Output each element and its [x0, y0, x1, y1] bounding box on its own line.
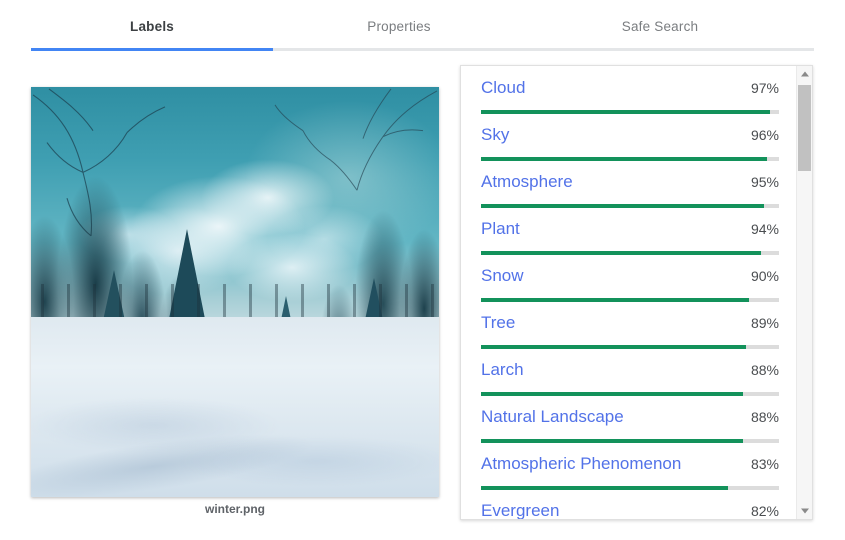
label-score: 82% [750, 503, 779, 519]
label-score: 94% [750, 221, 779, 237]
label-row: Atmosphere 95% [461, 172, 797, 219]
triangle-down-glyph [800, 508, 809, 514]
label-score: 95% [750, 174, 779, 190]
snow-shadow [31, 420, 319, 497]
label-row: Plant 94% [461, 219, 797, 266]
labels-scrollport: Cloud 97% Sky 96% Atmosphere 95% Plant 94% Snow 9… [461, 66, 797, 519]
label-name[interactable]: Tree [481, 313, 515, 333]
score-bar-fill [481, 298, 750, 302]
tab-labels[interactable]: Labels [31, 8, 273, 46]
label-score: 89% [750, 315, 779, 331]
score-bar-fill [481, 486, 729, 490]
label-row: Sky 96% [461, 125, 797, 172]
label-name[interactable]: Atmospheric Phenomenon [481, 454, 681, 474]
score-bar-fill [481, 204, 765, 208]
labels-list: Cloud 97% Sky 96% Atmosphere 95% Plant 94% Snow 9… [461, 66, 797, 519]
tab-properties[interactable]: Properties [273, 8, 525, 46]
label-name[interactable]: Atmosphere [481, 172, 573, 192]
label-row-header: Cloud 97% [481, 78, 779, 106]
score-bar-track [481, 345, 779, 349]
score-bar-fill [481, 392, 744, 396]
score-bar-fill [481, 110, 771, 114]
label-row-header: Atmosphere 95% [481, 172, 779, 200]
image-preview[interactable] [31, 87, 439, 497]
label-score: 90% [750, 268, 779, 284]
label-row: Tree 89% [461, 313, 797, 360]
label-row-header: Evergreen 82% [481, 501, 779, 519]
tab-properties-label: Properties [367, 19, 431, 34]
image-filename-caption: winter.png [205, 502, 265, 516]
label-row-header: Tree 89% [481, 313, 779, 341]
score-bar-track [481, 204, 779, 208]
tabstrip: Labels Properties Safe Search [31, 8, 814, 46]
label-name[interactable]: Snow [481, 266, 524, 286]
score-bar-track [481, 110, 779, 114]
label-row: Snow 90% [461, 266, 797, 313]
tab-labels-label: Labels [130, 19, 174, 34]
scroll-up-arrow-icon[interactable] [797, 66, 812, 82]
label-name[interactable]: Larch [481, 360, 524, 380]
label-score: 96% [750, 127, 779, 143]
label-row: Cloud 97% [461, 78, 797, 125]
tab-safe-search[interactable]: Safe Search [525, 8, 795, 46]
label-row-header: Larch 88% [481, 360, 779, 388]
score-bar-track [481, 486, 779, 490]
score-bar-track [481, 439, 779, 443]
labels-panel: Cloud 97% Sky 96% Atmosphere 95% Plant 94% Snow 9… [460, 65, 813, 520]
label-name[interactable]: Cloud [481, 78, 525, 98]
scroll-down-arrow-icon[interactable] [797, 503, 812, 519]
vision-api-results-page: Labels Properties Safe Search winter.png… [0, 0, 845, 540]
score-bar-fill [481, 345, 747, 349]
preview-artwork [31, 87, 439, 497]
label-score: 97% [750, 80, 779, 96]
label-row: Larch 88% [461, 360, 797, 407]
label-name[interactable]: Evergreen [481, 501, 559, 519]
score-bar-fill [481, 157, 768, 161]
triangle-up-glyph [800, 71, 809, 77]
label-row-header: Plant 94% [481, 219, 779, 247]
label-row: Atmospheric Phenomenon 83% [461, 454, 797, 501]
score-bar-fill [481, 251, 762, 255]
labels-scrollbar[interactable] [796, 66, 812, 519]
score-bar-track [481, 392, 779, 396]
label-name[interactable]: Natural Landscape [481, 407, 624, 427]
label-score: 88% [750, 409, 779, 425]
label-row: Evergreen 82% [461, 501, 797, 519]
snow-ground [31, 316, 439, 497]
score-bar-track [481, 298, 779, 302]
score-bar-track [481, 251, 779, 255]
label-row-header: Snow 90% [481, 266, 779, 294]
label-name[interactable]: Sky [481, 125, 509, 145]
label-row-header: Atmospheric Phenomenon 83% [481, 454, 779, 482]
scrollbar-thumb[interactable] [798, 85, 811, 171]
label-score: 83% [750, 456, 779, 472]
tab-safe-search-label: Safe Search [621, 19, 699, 34]
label-score: 88% [750, 362, 779, 378]
label-name[interactable]: Plant [481, 219, 520, 239]
tab-active-indicator [31, 48, 273, 51]
label-row: Natural Landscape 88% [461, 407, 797, 454]
label-row-header: Natural Landscape 88% [481, 407, 779, 435]
score-bar-track [481, 157, 779, 161]
tab-underline-track [31, 48, 814, 51]
label-row-header: Sky 96% [481, 125, 779, 153]
tabbar: Labels Properties Safe Search [31, 8, 814, 51]
score-bar-fill [481, 439, 744, 443]
